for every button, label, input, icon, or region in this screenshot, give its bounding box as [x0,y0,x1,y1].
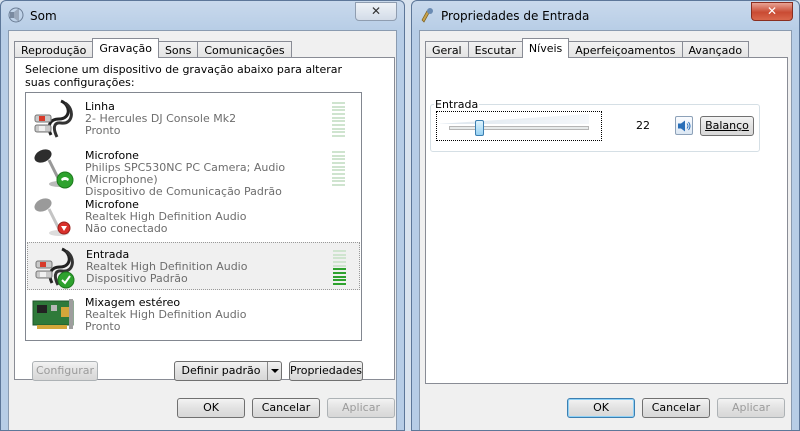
mute-button[interactable] [675,116,693,135]
list-item-entrada[interactable]: Entrada Realtek High Definition Audio Di… [27,242,360,290]
group-label: Entrada [434,98,480,111]
level-meter [333,250,346,285]
sound-window-title: Som [30,9,57,23]
sound-window: Som ✕ Reprodução Gravação Sons Comunicaç… [0,0,405,431]
list-item-microfone-camera[interactable]: Microfone Philips SPC530NC PC Camera; Au… [27,144,360,198]
apply-button[interactable]: Aplicar [327,398,395,418]
chevron-down-icon[interactable] [267,362,281,380]
slider-track [449,126,589,130]
close-button[interactable]: ✕ [355,2,397,21]
balance-label: Balanço [705,119,749,132]
properties-window: Propriedades de Entrada ✕ Geral Escutar … [411,0,800,431]
list-item-mixagem-estereo[interactable]: Mixagem estéreo Realtek High Definition … [27,291,360,339]
levels-panel: Entrada 22 Balanço [425,57,788,384]
recording-panel: Selecione um dispositivo de gravação aba… [14,57,395,381]
ok-button[interactable]: OK [567,398,635,418]
properties-app-icon [421,8,433,23]
device-status: Dispositivo Padrão [86,272,188,285]
properties-client-area: Geral Escutar Níveis Aperfeiçoamentos Av… [419,30,792,430]
set-default-label: Definir padrão [181,364,261,377]
rca-cable-default-icon [35,247,75,289]
speaker-icon [678,120,691,132]
instructions-text: Selecione um dispositivo de gravação aba… [25,63,343,89]
cancel-button[interactable]: Cancelar [252,398,320,418]
device-status: Pronto [85,124,121,137]
tab-sons[interactable]: Sons [157,41,199,58]
configure-button[interactable]: Configurar [32,361,98,381]
sound-client-area: Reprodução Gravação Sons Comunicações Se… [8,30,397,430]
device-list[interactable]: Linha 2- Hercules DJ Console Mk2 Pronto [25,92,362,341]
tab-aperfeicoamentos[interactable]: Aperfeiçoamentos [568,41,683,58]
properties-window-title: Propriedades de Entrada [441,9,590,23]
list-item-linha[interactable]: Linha 2- Hercules DJ Console Mk2 Pronto [27,95,360,143]
device-description: Philips SPC530NC PC Camera; Audio (Micro… [85,161,286,186]
list-item-microfone-realtek[interactable]: Microfone Realtek High Definition Audio … [27,193,360,241]
level-meter [332,102,345,137]
speaker-app-icon [8,7,24,23]
tab-gravacao[interactable]: Gravação [92,38,159,58]
tab-geral[interactable]: Geral [425,41,469,58]
apply-button[interactable]: Aplicar [717,398,785,418]
level-slider[interactable] [436,111,602,141]
tab-niveis[interactable]: Níveis [521,38,570,58]
tab-escutar[interactable]: Escutar [467,41,523,58]
tab-reproducao[interactable]: Reprodução [14,41,94,58]
level-meter [332,151,345,186]
device-status: Não conectado [85,222,168,235]
set-default-button[interactable]: Definir padrão [174,361,282,381]
close-button[interactable]: ✕ [751,2,793,21]
properties-tabs: Geral Escutar Níveis Aperfeiçoamentos Av… [425,38,750,58]
slider-thumb[interactable] [475,120,485,136]
properties-button[interactable]: Propriedades [289,361,363,381]
sound-tabs: Reprodução Gravação Sons Comunicações [14,38,292,58]
microphone-disconnected-icon [34,198,71,236]
microphone-phone-icon [34,149,74,189]
sound-titlebar[interactable]: Som ✕ [1,1,404,29]
rca-cable-icon [34,99,73,138]
level-value: 22 [636,119,650,132]
sound-card-icon [32,299,74,329]
tab-comunicacoes[interactable]: Comunicações [197,41,292,58]
device-status: Pronto [85,320,121,333]
balance-button[interactable]: Balanço [700,116,754,136]
ok-button[interactable]: OK [177,398,245,418]
cancel-button[interactable]: Cancelar [642,398,710,418]
properties-titlebar[interactable]: Propriedades de Entrada ✕ [412,1,799,29]
tab-avancado[interactable]: Avançado [681,41,750,58]
